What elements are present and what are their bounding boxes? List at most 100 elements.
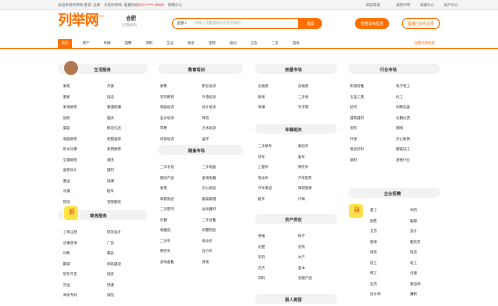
jobs-link[interactable]: 美容师 xyxy=(410,282,421,286)
business-link[interactable]: 网站建设 xyxy=(107,262,121,266)
industry-link[interactable]: 钢材 xyxy=(350,158,357,162)
jobs-link[interactable]: 会计 xyxy=(410,229,417,233)
life-link[interactable]: 建材 xyxy=(107,168,114,172)
industry-link[interactable]: 照明 xyxy=(396,126,403,130)
realestate-link[interactable]: 商铺 xyxy=(258,105,265,109)
business-link[interactable]: 展会 xyxy=(107,251,114,255)
life-link[interactable]: 宠物服务 xyxy=(107,200,121,204)
education-link[interactable]: 家教 xyxy=(160,84,167,88)
market-link[interactable]: 二手电脑 xyxy=(202,165,216,169)
education-link[interactable]: 外语培训 xyxy=(202,95,216,99)
industry-link[interactable]: 安防 xyxy=(350,126,357,130)
market-link[interactable]: 其他 xyxy=(202,260,209,264)
business-link[interactable]: 保险 xyxy=(107,293,114,297)
nav-life[interactable]: 生活 xyxy=(163,39,177,48)
business-link[interactable]: 软件开发 xyxy=(63,272,77,276)
vehicles-link[interactable]: 租车 xyxy=(258,197,265,201)
life-link[interactable]: 房屋装修 xyxy=(107,137,121,141)
market-link[interactable]: 二手手机 xyxy=(160,165,174,169)
market-link[interactable]: 家具 xyxy=(160,186,167,190)
life-link[interactable]: 装修设计 xyxy=(63,168,77,172)
nav-recruit[interactable]: 招聘 xyxy=(121,39,135,48)
life-link[interactable]: 开锁 xyxy=(107,84,114,88)
search-category-select[interactable]: 全部 xyxy=(177,21,187,26)
agriculture-link[interactable]: 花卉 xyxy=(258,266,265,270)
nav-training[interactable]: 培训 xyxy=(226,39,240,48)
industry-link[interactable]: 环保 xyxy=(350,137,357,141)
agriculture-link[interactable]: 农药 xyxy=(298,245,305,249)
education-link[interactable]: 体育培训 xyxy=(160,137,174,141)
jobs-header[interactable]: 企业招聘 xyxy=(348,188,440,198)
agriculture-link[interactable]: 种子 xyxy=(298,234,305,238)
jobs-link[interactable]: 技工 xyxy=(370,261,377,265)
topbar-link-user[interactable]: 用户中心 xyxy=(444,3,458,7)
life-link[interactable]: 家具维修 xyxy=(107,147,121,151)
education-link[interactable]: 会计培训 xyxy=(160,116,174,120)
business-link[interactable]: 货运 xyxy=(63,283,70,287)
market-link[interactable]: 收藏品 xyxy=(160,228,171,232)
realestate-link[interactable]: 写字楼 xyxy=(298,105,309,109)
life-link[interactable]: 清洗 xyxy=(107,158,114,162)
vehicles-link[interactable]: 代驾 xyxy=(298,197,305,201)
flea-market-header[interactable]: 跳蚤市场 xyxy=(158,145,243,155)
life-link[interactable]: 家政 xyxy=(63,84,70,88)
agriculture-link[interactable]: 化肥 xyxy=(258,245,265,249)
realestate-link[interactable]: 出租房 xyxy=(258,84,269,88)
jobs-link[interactable]: 兼职 xyxy=(410,292,417,296)
life-link[interactable]: 摄影 xyxy=(63,126,70,130)
education-link[interactable]: 职业培训 xyxy=(202,84,216,88)
life-link[interactable]: 婚庆 xyxy=(107,116,114,120)
life-link[interactable]: 保洁 xyxy=(107,95,114,99)
agriculture-link[interactable]: 苗木 xyxy=(298,266,305,270)
nav-home[interactable]: 首页 xyxy=(58,39,72,48)
vehicles-link[interactable]: 汽车配件 xyxy=(298,176,312,180)
market-link[interactable]: 服装鞋帽 xyxy=(202,197,216,201)
business-link[interactable]: 保安 xyxy=(107,272,114,276)
agriculture-header[interactable]: 农产供应 xyxy=(255,214,337,224)
industry-link[interactable]: 仪器仪表 xyxy=(396,116,410,120)
vehicles-header[interactable]: 车辆相关 xyxy=(255,124,337,134)
industry-link[interactable]: 其他行业 xyxy=(396,158,410,162)
life-link[interactable]: 鲜花礼品 xyxy=(107,126,121,130)
vehicles-link[interactable]: 摩托车 xyxy=(298,165,309,169)
business-link[interactable]: 印刷 xyxy=(63,251,70,255)
vehicles-link[interactable]: 面包车 xyxy=(298,144,309,148)
life-link[interactable]: 物流 xyxy=(63,200,70,204)
life-link[interactable]: 搬运 xyxy=(63,179,70,183)
life-link[interactable]: 回收 xyxy=(63,116,70,120)
jobs-link[interactable]: 销售 xyxy=(370,219,377,223)
industry-link[interactable]: 化工 xyxy=(396,95,403,99)
jobs-link[interactable]: 店员 xyxy=(370,282,377,286)
life-link[interactable]: 家电维修 xyxy=(63,105,77,109)
life-link[interactable]: 搬家 xyxy=(63,95,70,99)
vehicles-link[interactable]: 汽车美容 xyxy=(258,186,272,190)
nav-secondhand[interactable]: 二手 xyxy=(268,39,282,48)
market-link[interactable]: 闲置物品 xyxy=(202,228,216,232)
life-link[interactable]: 管道疏通 xyxy=(107,105,121,109)
business-link[interactable]: 财务会计 xyxy=(107,230,121,234)
education-link[interactable]: 设计培训 xyxy=(202,105,216,109)
market-link[interactable]: 数码产品 xyxy=(160,176,174,180)
market-link[interactable]: 乐器 xyxy=(160,218,167,222)
industry-link[interactable]: 五金工具 xyxy=(350,95,364,99)
topbar-link-merchant[interactable]: 商家中心 xyxy=(420,3,434,7)
industry-link[interactable]: 办公家具 xyxy=(396,137,410,141)
realestate-link[interactable]: 二手房 xyxy=(298,95,309,99)
beauty-header[interactable]: 丽人美容 xyxy=(255,294,337,304)
education-link[interactable]: 早教 xyxy=(160,126,167,130)
agriculture-link[interactable]: 饲料 xyxy=(258,276,265,280)
market-link[interactable]: 家用电器 xyxy=(202,176,216,180)
vehicles-link[interactable]: 驾校陪练 xyxy=(298,186,312,190)
business-link[interactable]: 翻译 xyxy=(63,262,70,266)
business-link[interactable]: 工商注册 xyxy=(63,230,77,234)
jobs-link[interactable]: 服务员 xyxy=(410,240,421,244)
jobs-link[interactable]: 设计师 xyxy=(370,292,381,296)
topbar-link-nav[interactable]: 网站导航 xyxy=(366,3,380,7)
nav-franchise[interactable]: 招商 xyxy=(289,39,303,48)
realestate-header[interactable]: 房屋市场 xyxy=(255,64,337,74)
industry-link[interactable]: 纺织 xyxy=(350,105,357,109)
education-link[interactable]: 电脑培训 xyxy=(160,105,174,109)
education-link[interactable]: 学历教育 xyxy=(160,95,174,99)
realestate-link[interactable]: 新房 xyxy=(258,95,265,99)
business-link[interactable]: 法律咨询 xyxy=(63,241,77,245)
